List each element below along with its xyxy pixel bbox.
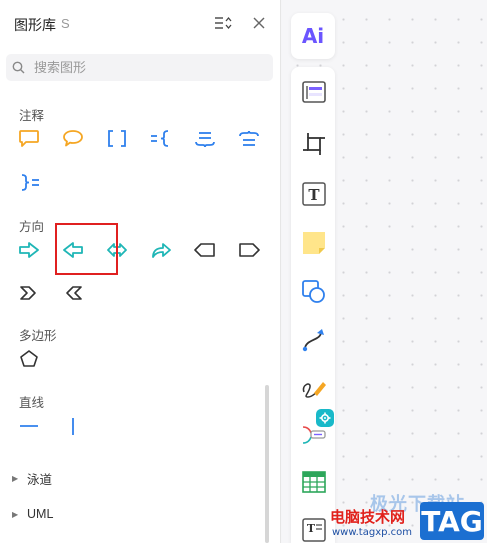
brace-up-icon [239, 130, 259, 146]
equals-brace-icon [151, 130, 169, 147]
horizontal-line-icon [20, 425, 38, 427]
template-tool[interactable] [299, 77, 329, 107]
close-icon [253, 17, 265, 29]
manage-library-button[interactable] [212, 12, 234, 34]
ai-label: Ai [301, 24, 325, 48]
doc-icon: T [302, 518, 326, 542]
tool-bar: T T [291, 67, 335, 543]
shape-arrow-curved[interactable] [147, 236, 175, 264]
search-input[interactable] [34, 60, 254, 75]
sticky-note-icon [303, 232, 325, 254]
connector-tool[interactable] [299, 325, 329, 355]
arrow-right-icon [19, 242, 39, 258]
shape-square-brackets[interactable] [103, 125, 131, 153]
svg-text:T: T [307, 522, 316, 535]
double-arrow-icon [107, 243, 127, 257]
tag-right-icon [239, 243, 260, 257]
panel-scrollbar[interactable] [265, 385, 269, 543]
speech-bubble-rect-icon [19, 130, 39, 147]
shape-speech-bubble-rect[interactable] [15, 125, 43, 153]
shortcut-hint: S [61, 16, 70, 31]
shape-line-horizontal[interactable] [15, 412, 43, 440]
square-brackets-icon [108, 130, 126, 147]
shape-library-panel: 图形库 S 注释 [0, 0, 281, 543]
pen-icon [302, 382, 326, 398]
shape-icon [302, 280, 325, 303]
svg-text:T: T [308, 186, 320, 204]
caret-right-icon: ▶ [12, 509, 19, 519]
search-box [6, 54, 273, 81]
panel-header: 图形库 S [0, 0, 281, 46]
group-swimlane[interactable]: ▶ 泳道 [12, 469, 52, 488]
table-icon [302, 471, 326, 493]
search-icon [12, 61, 34, 74]
section-label-line: 直线 [19, 396, 45, 410]
chevron-left-icon [66, 286, 82, 300]
shape-brace-equals[interactable] [15, 169, 43, 197]
pen-tool[interactable] [299, 373, 329, 403]
doc-tool[interactable]: T [299, 514, 329, 543]
frame-tool[interactable] [299, 129, 329, 159]
gear-icon[interactable] [316, 409, 334, 427]
curved-arrow-icon [152, 243, 171, 258]
text-icon: T [302, 182, 326, 206]
ai-button[interactable]: Ai [291, 13, 335, 59]
shape-arrow-right[interactable] [15, 236, 43, 264]
template-icon [302, 81, 326, 103]
shape-brace-up[interactable] [235, 125, 263, 153]
shape-chevron-left[interactable] [59, 279, 87, 307]
group-label: UML [27, 507, 54, 521]
section-label-polygon: 多边形 [19, 329, 57, 343]
close-panel-button[interactable] [248, 12, 270, 34]
list-settings-icon [215, 16, 232, 30]
shape-arrow-double[interactable] [103, 236, 131, 264]
chevron-right-icon [20, 286, 36, 300]
arrow-left-icon [63, 242, 83, 258]
pentagon-icon [20, 350, 38, 367]
text-tool[interactable]: T [299, 179, 329, 209]
shape-tool[interactable] [299, 277, 329, 307]
shape-tag-right[interactable] [235, 236, 263, 264]
shape-brace-down[interactable] [191, 125, 219, 153]
section-label-annotation: 注释 [19, 109, 45, 123]
shape-equals-brace[interactable] [147, 125, 175, 153]
panel-title: 图形库 [14, 17, 56, 33]
brace-down-icon [195, 132, 215, 148]
shape-arrow-left[interactable] [59, 236, 87, 264]
brace-equals-icon [21, 174, 39, 191]
tag-left-icon [194, 243, 215, 257]
shape-chevron-right[interactable] [15, 279, 43, 307]
speech-bubble-oval-icon [63, 130, 83, 147]
frame-icon [303, 133, 325, 155]
sticky-note-tool[interactable] [299, 228, 329, 258]
table-tool[interactable] [299, 467, 329, 497]
shape-speech-bubble-oval[interactable] [59, 125, 87, 153]
vertical-line-icon [72, 418, 74, 435]
caret-right-icon: ▶ [12, 474, 19, 483]
group-uml[interactable]: ▶ UML [12, 507, 53, 521]
shape-tag-left[interactable] [191, 236, 219, 264]
shape-pentagon[interactable] [15, 345, 43, 373]
connector-icon [302, 329, 324, 352]
group-label: 泳道 [27, 473, 53, 487]
section-label-direction: 方向 [19, 220, 45, 234]
shape-line-vertical[interactable] [59, 412, 87, 440]
